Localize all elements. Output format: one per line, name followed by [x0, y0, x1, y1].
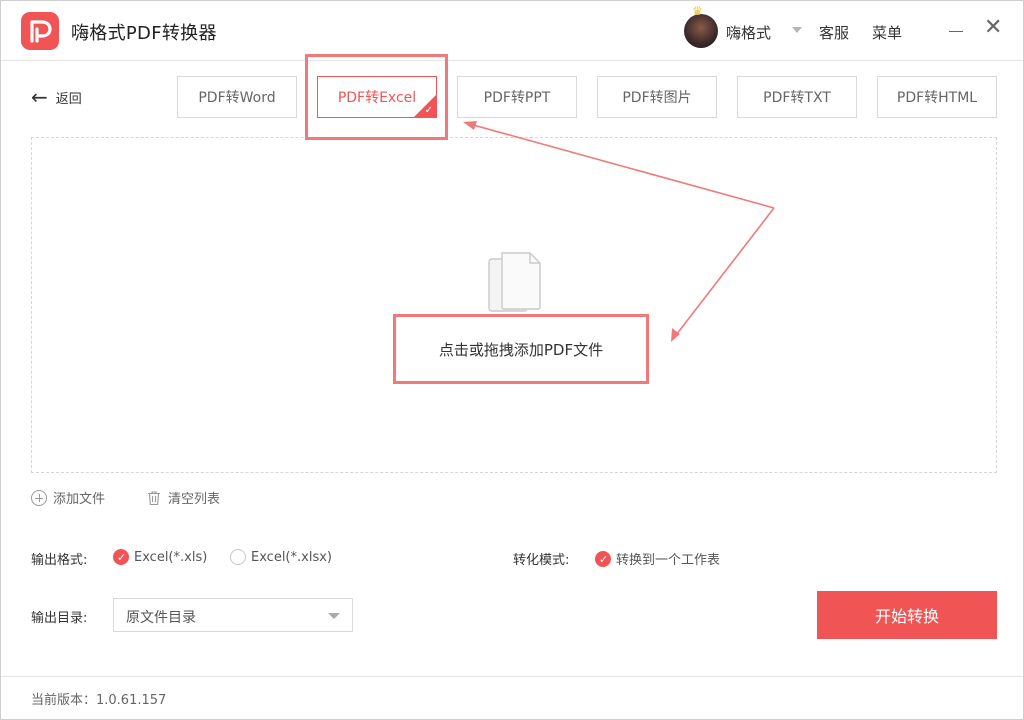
output-format-label: 输出格式:: [31, 553, 88, 568]
file-icon: [488, 251, 544, 321]
drop-hint-text: 点击或拖拽添加PDF文件: [438, 340, 604, 359]
conversion-mode-label: 转化模式:: [513, 553, 570, 568]
user-avatar[interactable]: [684, 14, 718, 48]
output-dir-label: 输出目录:: [31, 611, 88, 626]
chevron-down-icon[interactable]: [792, 27, 802, 33]
pdf-logo-icon: [21, 12, 59, 50]
app-window: 嗨格式PDF转换器 ♛ 嗨格式 客服 菜单 ✕ ← 返回 PDF转Word PD…: [0, 0, 1024, 720]
radio-checked-icon: [113, 549, 129, 565]
mode-radio-single-sheet[interactable]: 转换到一个工作表: [595, 549, 720, 568]
tab-pdf-to-ppt[interactable]: PDF转PPT: [457, 76, 577, 118]
back-button[interactable]: ← 返回: [31, 87, 82, 107]
clear-list-label: 清空列表: [168, 492, 221, 507]
crown-icon: ♛: [692, 4, 703, 18]
plus-circle-icon: [31, 489, 47, 506]
format-xls-label: Excel(*.xls): [134, 549, 208, 565]
tab-pdf-to-word[interactable]: PDF转Word: [177, 76, 297, 118]
drop-hint[interactable]: 点击或拖拽添加PDF文件: [393, 314, 649, 384]
tab-pdf-to-image[interactable]: PDF转图片: [597, 76, 717, 118]
arrow-left-icon: ←: [31, 85, 48, 109]
menu-button[interactable]: 菜单: [872, 22, 902, 43]
radio-unchecked-icon: [230, 549, 246, 565]
format-xlsx-label: Excel(*.xlsx): [251, 549, 332, 565]
tab-label: PDF转PPT: [483, 90, 551, 106]
service-button[interactable]: 客服: [819, 22, 849, 43]
app-title: 嗨格式PDF转换器: [71, 23, 217, 44]
output-dir-select[interactable]: 原文件目录: [113, 598, 353, 632]
title-bar: 嗨格式PDF转换器 ♛ 嗨格式 客服 菜单 ✕: [1, 1, 1023, 61]
user-name[interactable]: 嗨格式: [726, 22, 771, 43]
tab-label: PDF转TXT: [763, 90, 831, 106]
chevron-down-icon: [328, 613, 340, 619]
footer: 当前版本：1.0.61.157: [1, 676, 1023, 719]
tab-label: PDF转HTML: [896, 90, 978, 106]
add-file-button[interactable]: 添加文件: [31, 488, 105, 507]
output-dir-value: 原文件目录: [126, 610, 196, 626]
tab-pdf-to-html[interactable]: PDF转HTML: [877, 76, 997, 118]
radio-checked-icon: [595, 550, 611, 567]
annotation-highlight: [305, 54, 448, 140]
clear-list-button[interactable]: 清空列表: [146, 488, 220, 507]
version-text: 当前版本：1.0.61.157: [31, 693, 167, 708]
trash-icon: [148, 490, 160, 505]
minimize-icon[interactable]: [949, 31, 963, 32]
close-icon[interactable]: ✕: [984, 17, 1002, 39]
add-file-label: 添加文件: [53, 492, 106, 507]
tab-pdf-to-txt[interactable]: PDF转TXT: [737, 76, 857, 118]
start-convert-button[interactable]: 开始转换: [817, 591, 997, 639]
tab-label: PDF转Word: [198, 90, 276, 106]
format-radio-xlsx[interactable]: Excel(*.xlsx): [230, 549, 332, 565]
tab-label: PDF转图片: [622, 90, 692, 106]
back-label: 返回: [55, 91, 82, 107]
format-radio-xls[interactable]: Excel(*.xls): [113, 549, 207, 565]
mode-label: 转换到一个工作表: [616, 553, 721, 568]
